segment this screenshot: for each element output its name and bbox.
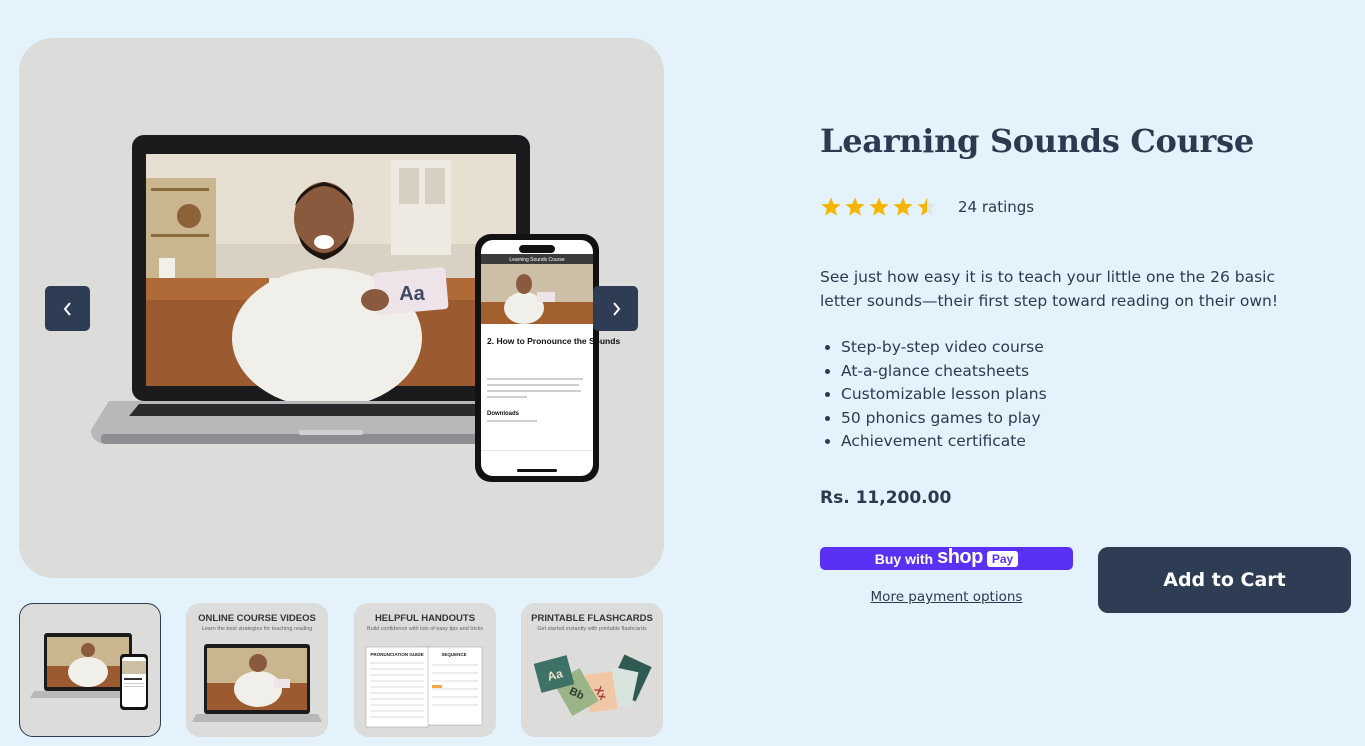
feature-list: Step-by-step video course At-a-glance ch…: [820, 336, 1047, 454]
thumbnail-handouts-image: SEQUENCE PRONUNCIATION GUIDE: [365, 646, 483, 728]
flashcard-text: Aa: [399, 283, 425, 305]
star-icon: [821, 197, 841, 216]
chevron-right-icon: [612, 301, 620, 316]
handout-doc-title2: SEQUENCE: [441, 652, 466, 657]
product-rating[interactable]: 24 ratings: [820, 196, 1034, 218]
rating-count: 24 ratings: [958, 198, 1035, 216]
feature-item: Step-by-step video course: [841, 336, 1047, 360]
phone-downloads: Downloads: [487, 411, 520, 417]
feature-item: Customizable lesson plans: [841, 383, 1047, 407]
shop-pay-logo: shop: [937, 545, 983, 568]
handout-doc-title: PRONUNCIATION GUIDE: [370, 652, 423, 657]
thumbnail-2[interactable]: ONLINE COURSE VIDEOS Learn the best stra…: [186, 603, 328, 737]
thumbnail-laptop-phone-image: [30, 633, 148, 710]
more-payment-options-link[interactable]: More payment options: [820, 589, 1073, 605]
thumbnail-3[interactable]: HELPFUL HANDOUTS Build confidence with l…: [354, 603, 496, 737]
feature-item: At-a-glance cheatsheets: [841, 360, 1047, 384]
product-main-image: Aa Learning Sounds Course 2. How to Pron…: [19, 38, 664, 578]
thumbnail-flashcards-image: Xx Bb Aa: [533, 654, 652, 716]
shop-pay-buy-label: Buy with: [874, 550, 934, 567]
chevron-left-icon: [63, 301, 71, 316]
add-to-cart-button[interactable]: Add to Cart: [1098, 547, 1351, 613]
star-icon: [893, 197, 913, 216]
previous-image-button[interactable]: [45, 286, 90, 331]
product-price: Rs. 11,200.00: [820, 488, 952, 508]
thumbnail-1[interactable]: [19, 603, 161, 737]
laptop-phone-illustration: Aa Learning Sounds Course 2. How to Pron…: [91, 135, 620, 482]
star-icon: [845, 197, 865, 216]
buy-with-shop-pay-button[interactable]: Buy with shop Pay: [820, 545, 1073, 570]
next-image-button[interactable]: [593, 286, 638, 331]
shop-pay-pay-badge: Pay: [986, 550, 1019, 567]
thumbnail-strip: ONLINE COURSE VIDEOS Learn the best stra…: [19, 603, 664, 737]
phone-lesson-title: 2. How to Pronounce the Sounds: [487, 336, 620, 346]
rating-stars: [820, 196, 938, 218]
thumbnail-laptop-image: [192, 644, 322, 722]
feature-item: Achievement certificate: [841, 430, 1047, 454]
star-icon: [869, 197, 889, 216]
phone-header: Learning Sounds Course: [509, 257, 565, 263]
thumbnail-4[interactable]: PRINTABLE FLASHCARDS Get started instant…: [521, 603, 663, 737]
star-icon: [917, 197, 937, 216]
feature-item: 50 phonics games to play: [841, 407, 1047, 431]
product-title: Learning Sounds Course: [820, 122, 1254, 160]
product-description: See just how easy it is to teach your li…: [820, 268, 1279, 310]
